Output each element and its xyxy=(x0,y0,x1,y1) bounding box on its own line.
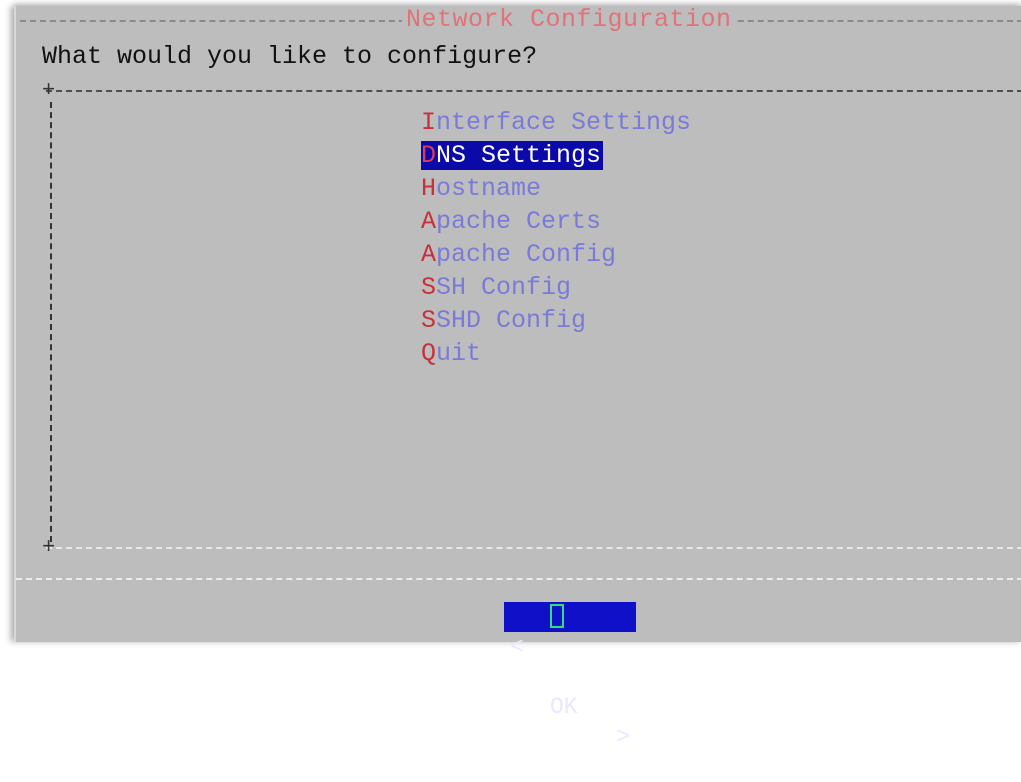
ok-button-label: OK xyxy=(550,694,578,720)
menu-item-interface-settings[interactable]: Interface Settings xyxy=(421,106,691,139)
menu-item-hotkey: A xyxy=(421,207,437,236)
menu-item-dns-settings[interactable]: DNS Settings xyxy=(421,139,604,172)
menu-item-hotkey: Q xyxy=(421,339,437,368)
menu-item-label: SH Config xyxy=(436,273,572,302)
menu-item-label: NS Settings xyxy=(436,141,602,170)
menu-frame-left xyxy=(50,102,52,542)
dialog-prompt: What would you like to configure? xyxy=(42,42,538,71)
menu-item-hotkey: S xyxy=(421,273,437,302)
menu-item-apache-config[interactable]: Apache Config xyxy=(421,238,691,271)
button-area-separator xyxy=(16,578,1021,580)
menu-frame-bottom xyxy=(46,547,1021,549)
menu-item-label: SHD Config xyxy=(436,306,587,335)
menu-item-label: pache Certs xyxy=(436,207,602,236)
configuration-menu: Interface Settings DNS Settings Hostname… xyxy=(421,106,691,370)
menu-item-quit[interactable]: Quit xyxy=(421,337,691,370)
menu-item-label: uit xyxy=(436,339,482,368)
menu-item-label: nterface Settings xyxy=(436,108,692,137)
menu-item-hotkey: D xyxy=(421,141,437,170)
network-configuration-dialog: Network Configuration What would you lik… xyxy=(14,6,1021,750)
ok-button-left-bracket: < xyxy=(510,634,524,660)
menu-item-sshd-config[interactable]: SSHD Config xyxy=(421,304,691,337)
menu-item-hostname[interactable]: Hostname xyxy=(421,172,691,205)
menu-frame-corner-bottom-left: + xyxy=(42,535,56,560)
menu-item-apache-certs[interactable]: Apache Certs xyxy=(421,205,691,238)
menu-item-hotkey: I xyxy=(421,108,437,137)
menu-item-ssh-config[interactable]: SSH Config xyxy=(421,271,691,304)
text-cursor xyxy=(550,604,564,628)
menu-item-hotkey: H xyxy=(421,174,437,203)
terminal-screen: Network Configuration What would you lik… xyxy=(0,0,1021,750)
menu-item-hotkey: A xyxy=(421,240,437,269)
ok-button[interactable]: < OK > xyxy=(504,602,636,750)
dialog-title: Network Configuration xyxy=(402,7,736,33)
menu-frame-corner-top-left: + xyxy=(42,78,56,103)
menu-item-label: pache Config xyxy=(436,240,617,269)
ok-button-right-bracket: > xyxy=(616,724,630,750)
menu-item-hotkey: S xyxy=(421,306,437,335)
menu-item-label: ostname xyxy=(436,174,542,203)
menu-frame-top xyxy=(46,90,1021,92)
